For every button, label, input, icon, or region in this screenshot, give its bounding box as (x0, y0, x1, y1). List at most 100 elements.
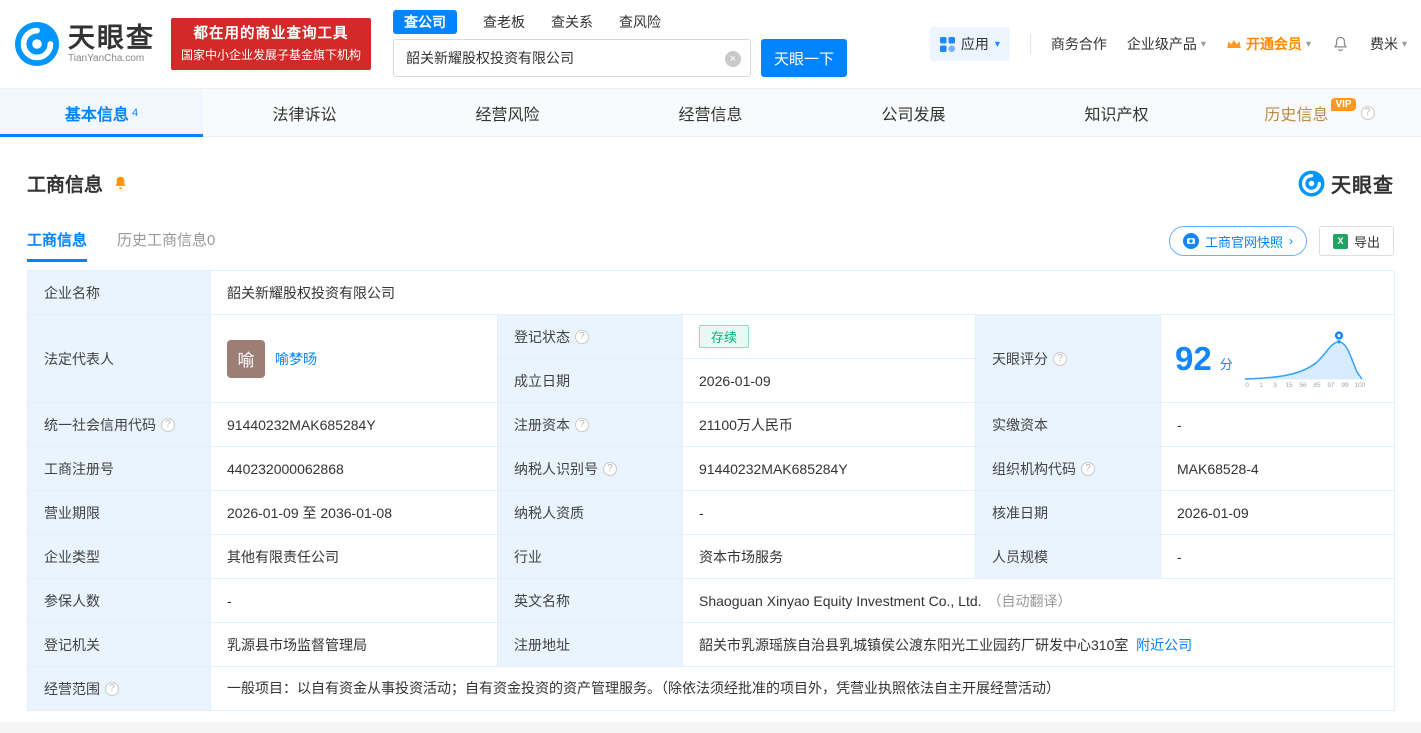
score-curve-chart[interactable]: 0 1 3 15 56 85 97 99 100 (1241, 328, 1369, 390)
section-title: 工商信息 (27, 175, 104, 196)
page-bottom-strip (0, 722, 1421, 733)
search-tab-company[interactable]: 查公司 (393, 9, 458, 34)
help-icon[interactable]: ? (1053, 351, 1067, 366)
official-snapshot-label: 工商官网快照 (1204, 234, 1283, 250)
help-icon[interactable]: ? (575, 329, 589, 344)
field-label-english-name: 英文名称 (497, 578, 683, 623)
field-value-company-type: 其他有限责任公司 (210, 534, 498, 579)
subtab-row: 工商信息 历史工商信息0 工商官网快照 › X 导出 (27, 226, 1394, 264)
table-row: 企业类型 其他有限责任公司 行业 资本市场服务 人员规模 - (27, 534, 1396, 579)
tab-legal-lawsuits-label: 法律诉讼 (272, 106, 337, 124)
field-label-industry: 行业 (497, 534, 683, 579)
help-icon[interactable]: ? (603, 461, 617, 476)
notification-bell-icon[interactable] (1331, 35, 1350, 54)
field-label-business-scope: 经营范围? (27, 666, 211, 711)
search-button[interactable]: 天眼一下 (761, 39, 848, 77)
tab-operating-info-label: 经营信息 (678, 106, 743, 124)
nearby-companies-link[interactable]: 附近公司 (1136, 637, 1192, 653)
svg-text:97: 97 (1327, 382, 1335, 389)
field-value-address: 韶关市乳源瑶族自治县乳城镇侯公渡东阳光工业园药厂研发中心310室 附近公司 (681, 622, 1396, 667)
tab-operating-risk-label: 经营风险 (475, 106, 540, 124)
tab-basic-info[interactable]: 基本信息 4 (0, 89, 203, 137)
field-value-credit-code: 91440232MAK685284Y (210, 402, 498, 447)
legal-rep-link[interactable]: 喻梦旸 (275, 349, 317, 369)
chevron-down-icon: ▾ (1200, 38, 1206, 50)
nav-open-vip[interactable]: 开通会员 ▾ (1226, 34, 1311, 54)
search-tab-boss[interactable]: 查老板 (483, 12, 525, 32)
field-value-reg-status: 存续 (682, 314, 976, 359)
field-label-reg-status: 登记状态? (497, 314, 683, 359)
tab-company-development[interactable]: 公司发展 (812, 89, 1015, 136)
score-unit: 分 (1219, 357, 1233, 372)
field-value-taxpayer-quality: - (682, 490, 976, 535)
field-label-company-name: 企业名称 (27, 270, 211, 315)
help-icon[interactable]: ? (1081, 461, 1095, 476)
help-icon[interactable]: ? (1360, 105, 1375, 120)
field-value-staff-size: - (1159, 534, 1396, 579)
apps-grid-icon (939, 36, 955, 52)
field-value-approval-date: 2026-01-09 (1159, 490, 1396, 535)
subtab-business-info[interactable]: 工商信息 (27, 229, 88, 262)
field-value-taxpayer-id: 91440232MAK685284Y (682, 446, 976, 491)
subscribe-bell-icon[interactable] (112, 175, 129, 192)
tianyancha-logo-icon (14, 21, 60, 67)
nav-business-cooperation-label: 商务合作 (1050, 36, 1107, 52)
field-label-company-type: 企业类型 (27, 534, 211, 579)
field-value-business-term: 2026-01-09 至 2036-01-08 (210, 490, 498, 535)
nav-user-account[interactable]: 费米 ▾ (1370, 34, 1407, 54)
tianyancha-watermark-icon (1298, 170, 1325, 197)
field-value-reg-number: 440232000062868 (210, 446, 498, 491)
table-row: 企业名称 韶关新耀股权投资有限公司 (27, 270, 1396, 315)
subtab-history-business-info[interactable]: 历史工商信息0 (117, 229, 215, 262)
field-value-insured-count: - (210, 578, 498, 623)
field-value-company-name: 韶关新耀股权投资有限公司 (209, 270, 1396, 315)
logo-domain: TianYanCha.com (68, 52, 145, 64)
svg-text:0: 0 (1245, 382, 1249, 389)
tab-operating-info[interactable]: 经营信息 (609, 89, 812, 136)
search-box: × (393, 39, 752, 77)
tab-company-development-label: 公司发展 (881, 106, 946, 124)
search-tab-risk[interactable]: 查风险 (619, 12, 661, 32)
field-value-reg-authority: 乳源县市场监督管理局 (210, 622, 498, 667)
help-icon[interactable]: ? (161, 417, 175, 432)
chevron-down-icon: ▾ (994, 38, 1000, 50)
field-value-industry: 资本市场服务 (682, 534, 976, 579)
svg-text:99: 99 (1341, 382, 1349, 389)
help-icon[interactable]: ? (105, 681, 119, 696)
tab-legal-lawsuits[interactable]: 法律诉讼 (203, 89, 406, 136)
divider (1029, 34, 1031, 54)
svg-text:56: 56 (1299, 382, 1307, 389)
tab-history-info[interactable]: 历史信息 VIP ? (1218, 89, 1421, 136)
auto-translate-note: （自动翻译） (987, 592, 1072, 609)
field-label-establish-date: 成立日期 (497, 358, 683, 403)
field-label-credit-code: 统一社会信用代码? (27, 402, 211, 447)
svg-text:85: 85 (1313, 382, 1321, 389)
field-label-taxpayer-quality: 纳税人资质 (497, 490, 683, 535)
help-icon[interactable]: ? (575, 417, 589, 432)
field-label-staff-size: 人员规模 (975, 534, 1161, 579)
chevron-down-icon: ▾ (1401, 38, 1407, 50)
export-button[interactable]: X 导出 (1318, 226, 1394, 256)
legal-rep-avatar[interactable]: 喻 (227, 339, 265, 378)
table-row: 经营范围? 一般项目：以自有资金从事投资活动；自有资金投资的资产管理服务。（除依… (27, 666, 1396, 711)
tab-intellectual-property[interactable]: 知识产权 (1015, 89, 1218, 136)
clear-icon[interactable]: × (725, 51, 742, 67)
snapshot-camera-icon (1182, 233, 1199, 249)
tianyancha-logo[interactable]: 天眼查 TianYanCha.com (14, 21, 155, 67)
field-value-establish-date: 2026-01-09 (682, 358, 976, 403)
nav-enterprise-products[interactable]: 企业级产品 ▾ (1127, 34, 1206, 54)
chevron-right-icon: › (1288, 234, 1293, 248)
field-value-org-code: MAK68528-4 (1159, 446, 1396, 491)
field-value-legal-rep: 喻 喻梦旸 (210, 314, 498, 403)
field-label-reg-number: 工商注册号 (27, 446, 211, 491)
search-input[interactable] (394, 40, 751, 76)
official-snapshot-button[interactable]: 工商官网快照 › (1168, 226, 1307, 256)
search-tab-relation[interactable]: 查关系 (551, 12, 593, 32)
vip-badge: VIP (1331, 98, 1356, 111)
tab-operating-risk[interactable]: 经营风险 (406, 89, 609, 136)
svg-text:15: 15 (1285, 382, 1293, 389)
logo-text: 天眼查 (68, 22, 155, 53)
field-value-reg-capital: 21100万人民币 (682, 402, 976, 447)
apps-menu[interactable]: 应用 ▾ (929, 27, 1010, 61)
nav-business-cooperation[interactable]: 商务合作 (1051, 34, 1107, 54)
